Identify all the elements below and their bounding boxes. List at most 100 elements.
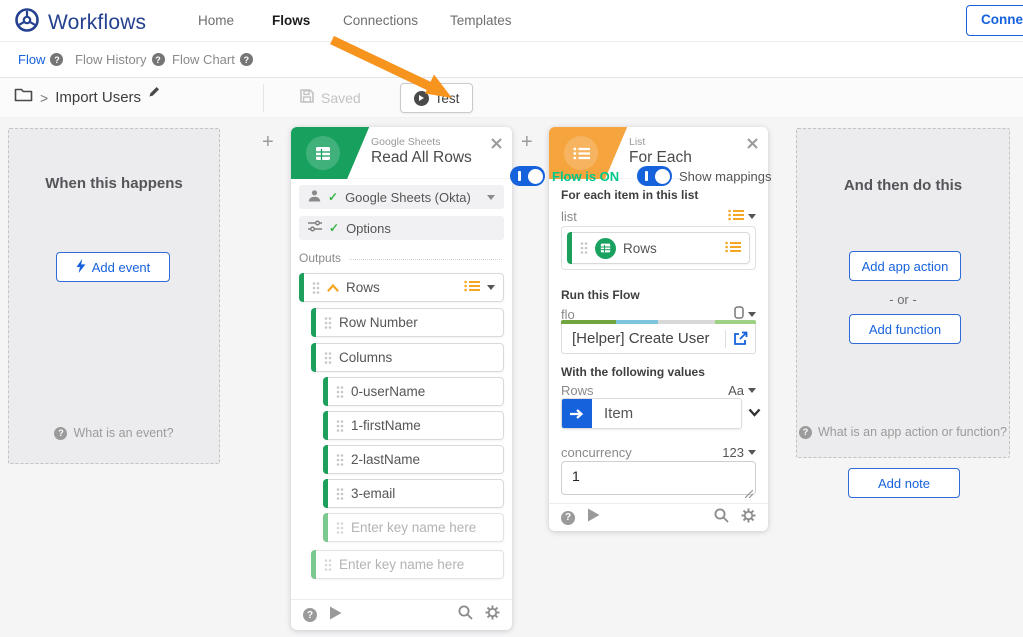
- breadcrumb: > Import Users: [14, 87, 160, 108]
- helper-flow-field[interactable]: [Helper] Create User: [561, 324, 756, 354]
- collapse-chevron-up-icon[interactable]: [327, 280, 339, 295]
- options-label: Options: [346, 221, 391, 236]
- tab-flow-label: Flow: [18, 52, 45, 67]
- output-field-columns[interactable]: Columns: [311, 343, 504, 372]
- card-action-title: Read All Rows: [371, 149, 472, 167]
- chevron-down-icon[interactable]: [748, 214, 756, 219]
- edit-pencil-icon[interactable]: [148, 85, 160, 103]
- output-field-row-number[interactable]: Row Number: [311, 308, 504, 337]
- flow-canvas: + + When this happens Add event ? What i…: [0, 118, 1023, 637]
- output-field-rows[interactable]: Rows: [299, 273, 504, 302]
- drag-handle-icon[interactable]: [336, 385, 344, 399]
- list-field-input[interactable]: Rows: [561, 226, 756, 270]
- account-selector[interactable]: ✓ Google Sheets (Okta): [299, 185, 504, 209]
- list-type-icon[interactable]: [728, 209, 744, 224]
- chevron-down-icon: [748, 450, 756, 455]
- show-mappings-toggle-group: Show mappings: [637, 166, 772, 186]
- chevron-down-icon[interactable]: [748, 312, 756, 317]
- gear-icon[interactable]: [485, 605, 500, 625]
- mapped-rows-chip[interactable]: Rows: [567, 232, 750, 264]
- nav-item-home[interactable]: Home: [198, 13, 234, 28]
- output-field-lastname[interactable]: 2-lastName: [323, 445, 504, 474]
- flow-name[interactable]: Import Users: [55, 89, 141, 106]
- help-icon[interactable]: ?: [50, 53, 63, 66]
- nav-item-templates[interactable]: Templates: [450, 13, 512, 28]
- open-flow-external-link-icon[interactable]: [726, 331, 755, 346]
- run-step-play-icon[interactable]: [587, 508, 600, 527]
- text-type-selector[interactable]: Aa: [728, 383, 756, 398]
- saved-status: Saved: [299, 88, 361, 107]
- outputs-label: Outputs: [299, 251, 341, 265]
- tab-flow-chart[interactable]: Flow Chart ?: [172, 52, 253, 67]
- section-label: For each item in this list: [561, 188, 698, 202]
- expand-chevron-icon[interactable]: [748, 404, 761, 422]
- test-button[interactable]: Test: [400, 83, 473, 113]
- help-icon[interactable]: ?: [152, 53, 165, 66]
- number-type-selector[interactable]: 123: [722, 445, 756, 460]
- search-icon[interactable]: [714, 508, 729, 528]
- gear-icon[interactable]: [741, 508, 756, 528]
- output-field-label: Row Number: [339, 315, 418, 330]
- list-type-icon[interactable]: [464, 280, 480, 295]
- tab-flow-chart-label: Flow Chart: [172, 52, 235, 67]
- flow-toolbar: > Import Users Saved Test Flow is ON Sho…: [0, 78, 1023, 118]
- add-function-label: Add function: [869, 322, 941, 337]
- help-icon[interactable]: ?: [303, 608, 317, 622]
- output-field-email[interactable]: 3-email: [323, 479, 504, 508]
- rows-value-field[interactable]: Item: [561, 398, 742, 429]
- options-row[interactable]: ✓ Options: [299, 216, 504, 240]
- list-type-icon: [725, 241, 741, 256]
- tab-flow[interactable]: Flow ?: [18, 52, 63, 67]
- rows-value: Item: [592, 405, 633, 422]
- close-icon[interactable]: [491, 136, 502, 154]
- card-footer: ?: [549, 503, 768, 531]
- add-function-button[interactable]: Add function: [849, 314, 961, 344]
- toolbar-divider: [263, 84, 264, 112]
- add-event-button[interactable]: Add event: [56, 252, 170, 282]
- insert-step-plus-icon[interactable]: +: [521, 131, 533, 154]
- run-step-play-icon[interactable]: [329, 606, 342, 625]
- help-icon[interactable]: ?: [240, 53, 253, 66]
- add-note-button[interactable]: Add note: [848, 468, 960, 498]
- output-field-username[interactable]: 0-userName: [323, 377, 504, 406]
- drag-handle-icon[interactable]: [324, 316, 332, 330]
- help-icon[interactable]: ?: [561, 511, 575, 525]
- folder-icon[interactable]: [14, 87, 33, 108]
- concurrency-field-header: concurrency 123: [561, 445, 756, 460]
- brand[interactable]: Workflows: [14, 7, 146, 38]
- add-app-action-button[interactable]: Add app action: [849, 251, 961, 281]
- drag-handle-icon[interactable]: [580, 241, 588, 255]
- output-field-new-key-input[interactable]: Enter key name here: [311, 550, 504, 579]
- rows-field-name: Rows: [561, 383, 594, 398]
- insert-step-plus-icon[interactable]: +: [262, 131, 274, 154]
- drag-handle-icon[interactable]: [324, 351, 332, 365]
- drag-handle-icon[interactable]: [336, 521, 344, 535]
- event-help[interactable]: ? What is an event?: [9, 426, 219, 440]
- tab-flow-history[interactable]: Flow History ?: [75, 52, 165, 67]
- list-field-name: list: [561, 209, 577, 224]
- drag-handle-icon[interactable]: [312, 281, 320, 295]
- flow-on-toggle[interactable]: [510, 166, 545, 186]
- output-field-label: Columns: [339, 350, 392, 365]
- nav-item-connections[interactable]: Connections: [343, 13, 418, 28]
- brand-name: Workflows: [48, 11, 146, 35]
- event-help-label: What is an event?: [73, 426, 173, 440]
- drag-handle-icon[interactable]: [336, 487, 344, 501]
- help-icon: ?: [54, 427, 67, 440]
- close-icon[interactable]: [747, 136, 758, 154]
- chevron-down-icon[interactable]: [487, 285, 495, 290]
- rows-field-header: Rows Aa: [561, 383, 756, 398]
- drag-handle-icon[interactable]: [324, 558, 332, 572]
- action-help[interactable]: ? What is an app action or function?: [797, 425, 1009, 439]
- connect-button[interactable]: Connect: [966, 5, 1023, 36]
- add-event-label: Add event: [92, 260, 151, 275]
- check-icon: ✓: [328, 190, 338, 204]
- output-field-new-key-input[interactable]: Enter key name here: [323, 513, 504, 542]
- show-mappings-toggle[interactable]: [637, 166, 672, 186]
- drag-handle-icon[interactable]: [336, 453, 344, 467]
- nav-item-flows[interactable]: Flows: [272, 13, 310, 28]
- concurrency-input[interactable]: 1: [561, 461, 756, 495]
- output-field-firstname[interactable]: 1-firstName: [323, 411, 504, 440]
- drag-handle-icon[interactable]: [336, 419, 344, 433]
- search-icon[interactable]: [458, 605, 473, 625]
